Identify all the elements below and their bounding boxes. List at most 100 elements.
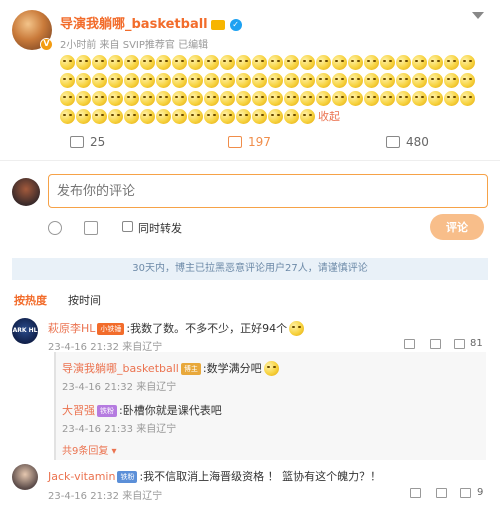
emoji-icon	[204, 90, 219, 106]
reply-author[interactable]: 导演我躺哪_basketball	[62, 362, 179, 375]
more-icon[interactable]	[472, 12, 484, 22]
vip-badge-icon: V	[40, 38, 53, 51]
emoji-icon	[316, 54, 331, 70]
emoji-icon	[396, 72, 411, 88]
emoji-icon	[300, 54, 315, 70]
emoji-icon	[316, 90, 331, 106]
emoji-icon	[124, 54, 139, 70]
emoji-icon	[108, 72, 123, 88]
my-avatar	[12, 178, 40, 206]
emoji-icon	[396, 54, 411, 70]
emoji-icon	[92, 54, 107, 70]
commenter-name[interactable]: Jack-vitamin	[48, 470, 115, 483]
emoji-icon	[268, 54, 283, 70]
emoji-list	[60, 54, 476, 124]
reply-text: :数学满分吧	[202, 362, 262, 375]
emoji-icon	[428, 54, 443, 70]
comment-text: :我数了数。不多不少，正好94个	[126, 322, 288, 335]
emoji-icon	[268, 90, 283, 106]
reply: 大習强 铁粉:卧槽你就是课代表吧	[62, 402, 222, 418]
emoji-icon	[460, 72, 475, 88]
like-icon[interactable]	[454, 339, 465, 349]
collapse-link[interactable]: 收起	[318, 110, 340, 123]
emoji-icon	[460, 54, 475, 70]
emoji-icon	[76, 72, 91, 88]
emoji-icon	[92, 90, 107, 106]
like-count: 480	[406, 135, 429, 149]
emoji-icon	[140, 72, 155, 88]
image-icon[interactable]	[84, 221, 98, 235]
emoji-icon	[364, 72, 379, 88]
emoji-icon	[60, 108, 75, 124]
submit-comment-button[interactable]: 评论	[430, 214, 484, 240]
divider	[0, 160, 500, 161]
emoji-icon	[60, 54, 75, 70]
tab-sort-time[interactable]: 按时间	[68, 292, 101, 308]
emoji-icon	[412, 90, 427, 106]
emoji-icon	[140, 90, 155, 106]
commenter-avatar[interactable]	[12, 464, 38, 490]
emoji-icon	[124, 90, 139, 106]
emoji-icon	[108, 90, 123, 106]
reply-icon[interactable]	[430, 339, 441, 349]
reply-text: :卧槽你就是课代表吧	[119, 404, 222, 417]
comment-meta: 23-4-16 21:32 来自辽宁	[48, 491, 163, 502]
emoji-icon	[188, 54, 203, 70]
comment-meta: 23-4-16 21:32 来自辽宁	[48, 342, 163, 353]
share-icon[interactable]	[410, 488, 421, 498]
emoji-icon	[76, 108, 91, 124]
emoji-icon	[332, 54, 347, 70]
comment-like-count: 9	[477, 487, 484, 498]
emoji-icon	[380, 54, 395, 70]
repost-icon	[70, 136, 84, 148]
author-name[interactable]: 导演我躺哪_basketball ✓	[60, 13, 242, 32]
emoji-icon	[156, 108, 171, 124]
emoji-icon	[220, 108, 235, 124]
emoji-icon	[444, 72, 459, 88]
author-name-text[interactable]: 导演我躺哪_basketball	[60, 17, 208, 32]
reply-icon[interactable]	[436, 488, 447, 498]
emoji-icon	[204, 54, 219, 70]
emoji-icon	[252, 108, 267, 124]
reply-author[interactable]: 大習强	[62, 404, 95, 417]
emoji-icon	[60, 72, 75, 88]
emoji-icon	[268, 108, 283, 124]
emoji-icon	[316, 72, 331, 88]
emoji-icon	[156, 54, 171, 70]
emoji-icon	[188, 108, 203, 124]
emoji-icon	[220, 54, 235, 70]
emoji-icon	[444, 54, 459, 70]
emoji-icon	[332, 72, 347, 88]
like-action[interactable]: 480	[386, 135, 429, 149]
emoji-icon	[380, 90, 395, 106]
emoji-icon	[263, 360, 279, 376]
comment-input[interactable]	[48, 174, 488, 208]
repost-action[interactable]: 25	[70, 135, 105, 149]
emoji-icon	[284, 90, 299, 106]
comment-action[interactable]: 197	[228, 135, 271, 149]
emoji-icon	[460, 90, 475, 106]
commenter-name[interactable]: 萩原李HL	[48, 322, 95, 335]
emoji-icon	[348, 72, 363, 88]
emoji-icon	[396, 90, 411, 106]
like-icon[interactable]	[460, 488, 471, 498]
emoji-icon	[140, 108, 155, 124]
repost-checkbox[interactable]	[122, 221, 133, 232]
share-icon[interactable]	[404, 339, 415, 349]
emoji-icon	[140, 54, 155, 70]
tab-sort-hot[interactable]: 按热度	[14, 292, 47, 308]
emoji-icon	[92, 108, 107, 124]
reply-thread-bar	[54, 352, 56, 460]
reply: 导演我躺哪_basketball 博主:数学满分吧	[62, 360, 280, 378]
repost-checkbox-label[interactable]: 同时转发	[138, 220, 182, 236]
emoji-icon	[236, 108, 251, 124]
reply-meta: 23-4-16 21:33 来自辽宁	[62, 424, 177, 435]
commenter-avatar[interactable]: ARK HL	[12, 318, 38, 344]
emoji-icon	[172, 54, 187, 70]
fan-badge: 铁粉	[117, 471, 138, 483]
emoji-icon	[284, 72, 299, 88]
emoji-icon	[252, 54, 267, 70]
more-replies-link[interactable]: 共9条回复 ▾	[62, 442, 117, 457]
emoji-icon[interactable]	[48, 221, 62, 235]
author-badge: 博主	[180, 363, 201, 375]
